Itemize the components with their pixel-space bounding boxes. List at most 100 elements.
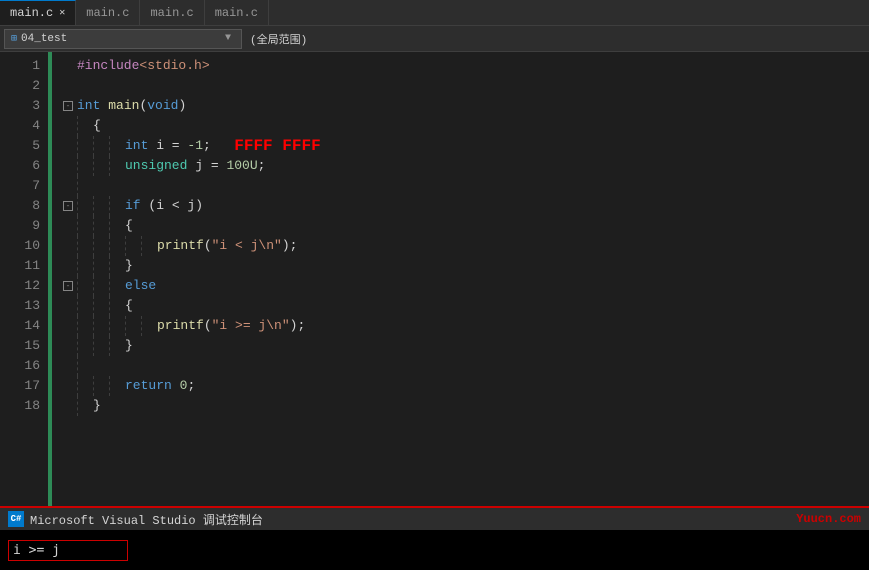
guide-14e [141, 316, 157, 336]
tab-label-4: main.c [215, 6, 258, 20]
line-num-18: 18 [0, 396, 40, 416]
collapse-icon-12[interactable]: - [63, 281, 73, 291]
line-num-8: 8 [0, 196, 40, 216]
line-num-10: 10 [0, 236, 40, 256]
line-num-1: 1 [0, 56, 40, 76]
code-printf-2: printf [157, 316, 204, 336]
code-if-keyword: if [125, 196, 141, 216]
guide-6c [109, 156, 125, 176]
code-brace-if-open: { [125, 216, 133, 236]
line-num-4: 4 [0, 116, 40, 136]
code-parens: ( [139, 96, 147, 116]
guide-10c [109, 236, 125, 256]
code-main-fn: main [108, 96, 139, 116]
tab-main-c-4[interactable]: main.c [205, 0, 269, 25]
code-printf-close-2: ); [290, 316, 306, 336]
line-num-3: 3 [0, 96, 40, 116]
code-line-14: printf("i >= j\n"); [61, 316, 869, 336]
guide-12b [93, 276, 109, 296]
collapse-col-8[interactable]: - [61, 201, 77, 211]
guide-14c [109, 316, 125, 336]
guide-8b [93, 196, 109, 216]
code-brace-open: { [93, 116, 101, 136]
code-else-keyword: else [125, 276, 156, 296]
vs-icon: C# [8, 511, 24, 527]
line-num-12: 12 [0, 276, 40, 296]
guide-10e [141, 236, 157, 256]
code-100u: 100U [226, 156, 257, 176]
collapse-col-1 [61, 56, 77, 76]
code-line-4: { [61, 116, 869, 136]
guide-5a [77, 136, 93, 156]
collapse-col-18 [61, 396, 77, 416]
guide-8c [109, 196, 125, 216]
code-return-space [172, 376, 180, 396]
code-line-17: return 0; [61, 376, 869, 396]
code-printf-1: printf [157, 236, 204, 256]
collapse-col-16 [61, 356, 77, 376]
code-printf-close-1: ); [282, 236, 298, 256]
guide-5b [93, 136, 109, 156]
collapse-icon-8[interactable]: - [63, 201, 73, 211]
console-body: i >= j [0, 530, 869, 570]
code-line-7 [61, 176, 869, 196]
code-line-12: - else [61, 276, 869, 296]
guide-8a [77, 196, 93, 216]
code-line-10: printf("i < j\n"); [61, 236, 869, 256]
line-num-14: 14 [0, 316, 40, 336]
code-include-keyword: #include [77, 56, 139, 76]
collapse-icon-3[interactable]: - [63, 101, 73, 111]
guide-14d [125, 316, 141, 336]
code-space [100, 96, 108, 116]
guide-9c [109, 216, 125, 236]
collapse-col-7 [61, 176, 77, 196]
code-include-file: <stdio.h> [139, 56, 209, 76]
guide-13a [77, 296, 93, 316]
code-brace-if-close: } [125, 256, 133, 276]
toolbar: ⊞ 04_test ▼ (全局范围) [0, 26, 869, 52]
code-zero: 0 [180, 376, 188, 396]
code-return-keyword: return [125, 376, 172, 396]
guide-17b [93, 376, 109, 396]
guide-15a [77, 336, 93, 356]
guide-12c [109, 276, 125, 296]
close-icon[interactable]: ✕ [59, 7, 65, 19]
code-brace-else-open: { [125, 296, 133, 316]
guide-14a [77, 316, 93, 336]
code-line-13: { [61, 296, 869, 316]
code-close-paren: ) [178, 96, 186, 116]
tab-label-3: main.c [150, 6, 193, 20]
line-numbers: 1 2 3 4 5 6 7 8 9 10 11 12 13 14 15 16 1… [0, 52, 48, 506]
line-num-15: 15 [0, 336, 40, 356]
green-bar [48, 52, 52, 506]
scope-selector[interactable]: ⊞ 04_test ▼ [4, 29, 242, 49]
line-num-13: 13 [0, 296, 40, 316]
console-area: C# Microsoft Visual Studio 调试控制台 Yuucn.c… [0, 506, 869, 570]
code-int-i: int [125, 136, 148, 156]
code-line-15: } [61, 336, 869, 356]
code-line-16 [61, 356, 869, 376]
code-brace-main-close: } [93, 396, 101, 416]
code-void-keyword: void [147, 96, 178, 116]
code-line-1: #include<stdio.h> [61, 56, 869, 76]
collapse-col-3[interactable]: - [61, 101, 77, 111]
collapse-col-12[interactable]: - [61, 281, 77, 291]
code-line-6: unsigned j = 100U; [61, 156, 869, 176]
tab-label: main.c [10, 6, 53, 20]
code-line-18: } [61, 396, 869, 416]
tab-main-c-active[interactable]: main.c ✕ [0, 0, 76, 25]
tab-main-c-2[interactable]: main.c [76, 0, 140, 25]
guide-12a [77, 276, 93, 296]
code-unsigned: unsigned [125, 156, 187, 176]
code-area[interactable]: #include<stdio.h> - int main(void) { int… [53, 52, 869, 506]
console-title: Microsoft Visual Studio 调试控制台 [30, 511, 263, 528]
line-num-16: 16 [0, 356, 40, 376]
code-return-semi: ; [187, 376, 195, 396]
tab-main-c-3[interactable]: main.c [140, 0, 204, 25]
guide-10a [77, 236, 93, 256]
line-num-6: 6 [0, 156, 40, 176]
line-num-9: 9 [0, 216, 40, 236]
code-brace-else-close: } [125, 336, 133, 356]
console-output: i >= j [8, 540, 128, 561]
collapse-col-15 [61, 336, 77, 356]
